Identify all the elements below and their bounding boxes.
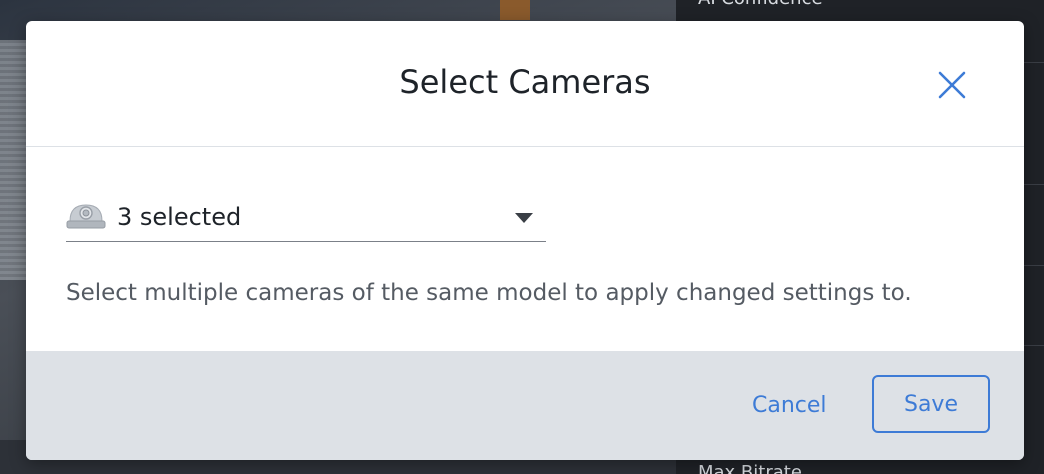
helper-text: Select multiple cameras of the same mode… — [66, 280, 912, 306]
select-cameras-dialog: Select Cameras 3 selected Select multipl… — [26, 21, 1024, 460]
dialog-header: Select Cameras — [26, 21, 1024, 147]
chevron-down-icon — [515, 213, 533, 223]
camera-select-value: 3 selected — [117, 203, 242, 231]
dome-camera-icon — [66, 204, 106, 229]
dialog-body: 3 selected Select multiple cameras of th… — [26, 147, 1024, 351]
close-icon — [938, 71, 966, 99]
save-button[interactable]: Save — [872, 375, 990, 433]
cancel-button[interactable]: Cancel — [752, 390, 827, 420]
ai-confidence-label: AI Confidence — [698, 0, 823, 9]
dialog-footer: Cancel Save — [26, 351, 1024, 460]
camera-select-dropdown[interactable]: 3 selected — [66, 195, 546, 242]
background-column — [500, 0, 530, 20]
close-button[interactable] — [932, 65, 972, 105]
max-bitrate-label: Max Bitrate — [698, 462, 802, 474]
dialog-title: Select Cameras — [399, 63, 651, 101]
